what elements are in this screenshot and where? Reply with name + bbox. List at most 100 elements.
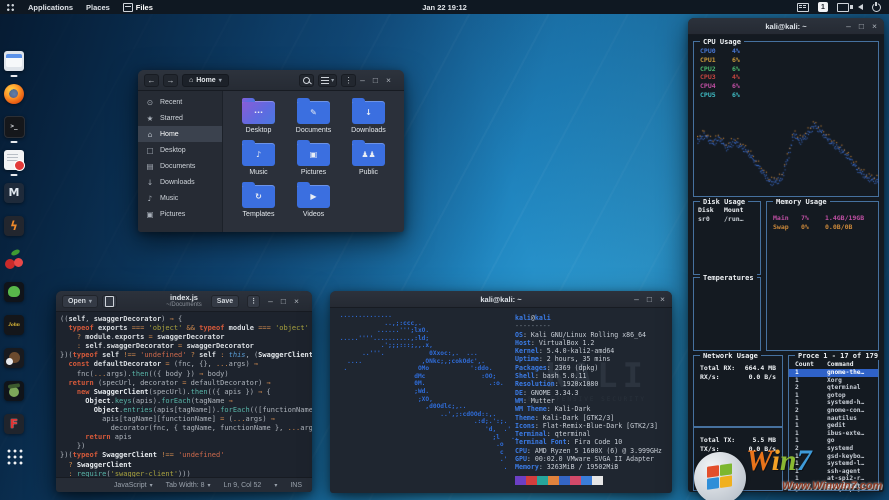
chevron-down-icon: ▾ <box>219 77 222 84</box>
sidebar-item-label: Music <box>160 195 178 202</box>
folder-public[interactable]: ♟♟Public <box>341 143 396 176</box>
process-row[interactable]: 1gnome-the… <box>789 369 878 377</box>
sidebar-item-music[interactable]: ♪Music <box>138 190 222 206</box>
folder-templates[interactable]: ↻Templates <box>231 185 286 218</box>
terminal-content[interactable]: KALI BY OFFENSIVE SECURITY .............… <box>330 308 672 493</box>
dock-item-firefox[interactable] <box>4 83 25 104</box>
sidebar-item-starred[interactable]: ★Starred <box>138 110 222 126</box>
process-row[interactable]: 1scsi_eh_0 <box>789 491 878 493</box>
folder-icon: ▶ <box>297 185 330 208</box>
minimize-button[interactable]: – <box>634 295 639 304</box>
palette-swatch <box>537 476 548 485</box>
close-button[interactable]: × <box>294 297 299 306</box>
dock-item-terminal[interactable]: >_ <box>4 116 25 137</box>
sidebar-item-downloads[interactable]: ↓Downloads <box>138 174 222 190</box>
dock-item-ettercap[interactable] <box>4 281 25 302</box>
cursor-position[interactable]: Ln 9, Col 52 <box>224 482 262 489</box>
places-menu[interactable]: Places <box>86 3 110 12</box>
dock-item-legion[interactable] <box>4 347 25 368</box>
maximize-button[interactable]: □ <box>281 297 286 306</box>
back-button[interactable]: ← <box>144 74 159 87</box>
process-row[interactable]: 2qterminal <box>789 384 878 392</box>
close-button[interactable]: × <box>660 295 665 304</box>
process-row[interactable]: 1ibus-exte… <box>789 430 878 438</box>
minimize-button[interactable]: – <box>360 76 365 85</box>
process-row[interactable]: 1systemd-l… <box>789 460 878 468</box>
minimize-button[interactable]: – <box>846 22 851 31</box>
process-row[interactable]: 1gsd-datet… <box>789 483 878 491</box>
network-stat-row: TX/s:0.0 B/s <box>694 445 782 454</box>
view-options-button[interactable]: ▾ <box>318 74 337 87</box>
applications-menu[interactable]: Applications <box>28 3 73 12</box>
window-menu-button[interactable]: ⋮ <box>341 74 356 87</box>
tab-width-selector[interactable]: Tab Width: 8 ▾ <box>166 482 211 489</box>
process-row[interactable]: 1go <box>789 437 878 445</box>
folder-videos[interactable]: ▶Videos <box>286 185 341 218</box>
path-bar[interactable]: ⌂ Home ▾ <box>182 74 229 87</box>
speaker-icon[interactable] <box>858 4 863 10</box>
minimize-button[interactable]: – <box>268 297 273 306</box>
code-line: typeof exports === 'object' && typeof mo… <box>60 324 312 333</box>
files-app-menu[interactable]: Files <box>123 3 153 12</box>
process-row[interactable]: 1gotop <box>789 392 878 400</box>
sidebar-item-documents[interactable]: ▤Documents <box>138 158 222 174</box>
code-area[interactable]: ((self, swaggerDecorator) ⇒ { typeof exp… <box>56 312 312 477</box>
cpu-legend: CPU04%CPU16%CPU26%CPU34%CPU46%CPU56% <box>694 42 878 100</box>
folder-desktop[interactable]: ···Desktop <box>231 101 286 134</box>
language-selector[interactable]: JavaScript ▾ <box>114 482 153 489</box>
workspace-indicator[interactable]: 1 <box>818 2 828 12</box>
list-view-icon <box>321 77 329 84</box>
folder-downloads[interactable]: ↓Downloads <box>341 101 396 134</box>
dock-item-exploitdb[interactable]: ϟ <box>4 215 25 236</box>
firefox-icon <box>4 84 24 104</box>
sidebar-item-recent[interactable]: ⊙Recent <box>138 94 222 110</box>
sidebar-item-desktop[interactable]: □Desktop <box>138 142 222 158</box>
chevron-down-icon: ▾ <box>331 77 334 84</box>
close-button[interactable]: × <box>386 76 391 85</box>
new-document-button[interactable] <box>102 295 117 308</box>
process-row[interactable]: 1at-spi2-r… <box>789 475 878 483</box>
save-button[interactable]: Save <box>211 295 239 308</box>
folder-documents[interactable]: ✎Documents <box>286 101 341 134</box>
close-button[interactable]: × <box>872 22 877 31</box>
code-line: })(typeof self !== 'undefined' ? self : … <box>60 351 312 360</box>
dock-item-faraday[interactable]: F <box>4 413 25 434</box>
file-manager-titlebar: ← → ⌂ Home ▾ ▾ ⋮ – □ × <box>138 70 404 91</box>
process-row[interactable]: 1gsd-keybo… <box>789 453 878 461</box>
neofetch-line: Kernel: 5.4.0-kali2-amd64 <box>515 347 662 355</box>
maximize-button[interactable]: □ <box>647 295 652 304</box>
neofetch-line: Memory: 3263MiB / 19502MiB <box>515 463 662 471</box>
folder-music[interactable]: ♪Music <box>231 143 286 176</box>
dock-item-cherrytree[interactable] <box>4 248 25 269</box>
dock-item-files[interactable] <box>4 50 25 71</box>
display-icon[interactable] <box>837 3 849 12</box>
power-icon[interactable] <box>872 3 881 12</box>
maximize-button[interactable]: □ <box>373 76 378 85</box>
sidebar-item-pictures[interactable]: ▣Pictures <box>138 206 222 222</box>
dock-item-show-apps[interactable] <box>4 446 25 467</box>
open-button[interactable]: Open ▾ <box>62 295 98 308</box>
maximize-button[interactable]: □ <box>859 22 864 31</box>
network-rx-rows: Total RX:664.4 MBRX/s:0.0 B/s <box>694 356 782 382</box>
process-row[interactable]: 2systemd <box>789 445 878 453</box>
activities-grid-icon[interactable] <box>6 3 15 12</box>
system-monitor-window: kali@kali: ~ – □ × CPU Usage CPU04%CPU16… <box>688 18 884 492</box>
dock-item-set[interactable] <box>4 380 25 401</box>
forward-button[interactable]: → <box>163 74 178 87</box>
process-row[interactable]: 2gnome-con… <box>789 407 878 415</box>
folder-pictures[interactable]: ▣Pictures <box>286 143 341 176</box>
goto-line-dropdown[interactable]: ▾ <box>274 482 277 489</box>
forward-icon: → <box>167 76 175 85</box>
dock-item-john[interactable]: John <box>4 314 25 335</box>
process-row[interactable]: 1gedit <box>789 422 878 430</box>
process-row[interactable]: 1systemd-h… <box>789 399 878 407</box>
editor-menu-button[interactable]: ⋮ <box>247 295 260 308</box>
starred-icon: ★ <box>146 114 154 123</box>
chevron-down-icon: ▾ <box>89 298 92 305</box>
dock-item-text-editor[interactable] <box>4 149 25 170</box>
keyboard-indicator-icon[interactable] <box>797 3 809 12</box>
dock-item-metasploit[interactable]: M <box>4 182 25 203</box>
search-button[interactable] <box>299 74 314 87</box>
sidebar-item-home[interactable]: ⌂Home <box>138 126 222 142</box>
clock[interactable]: Jan 22 19:12 <box>422 3 467 12</box>
